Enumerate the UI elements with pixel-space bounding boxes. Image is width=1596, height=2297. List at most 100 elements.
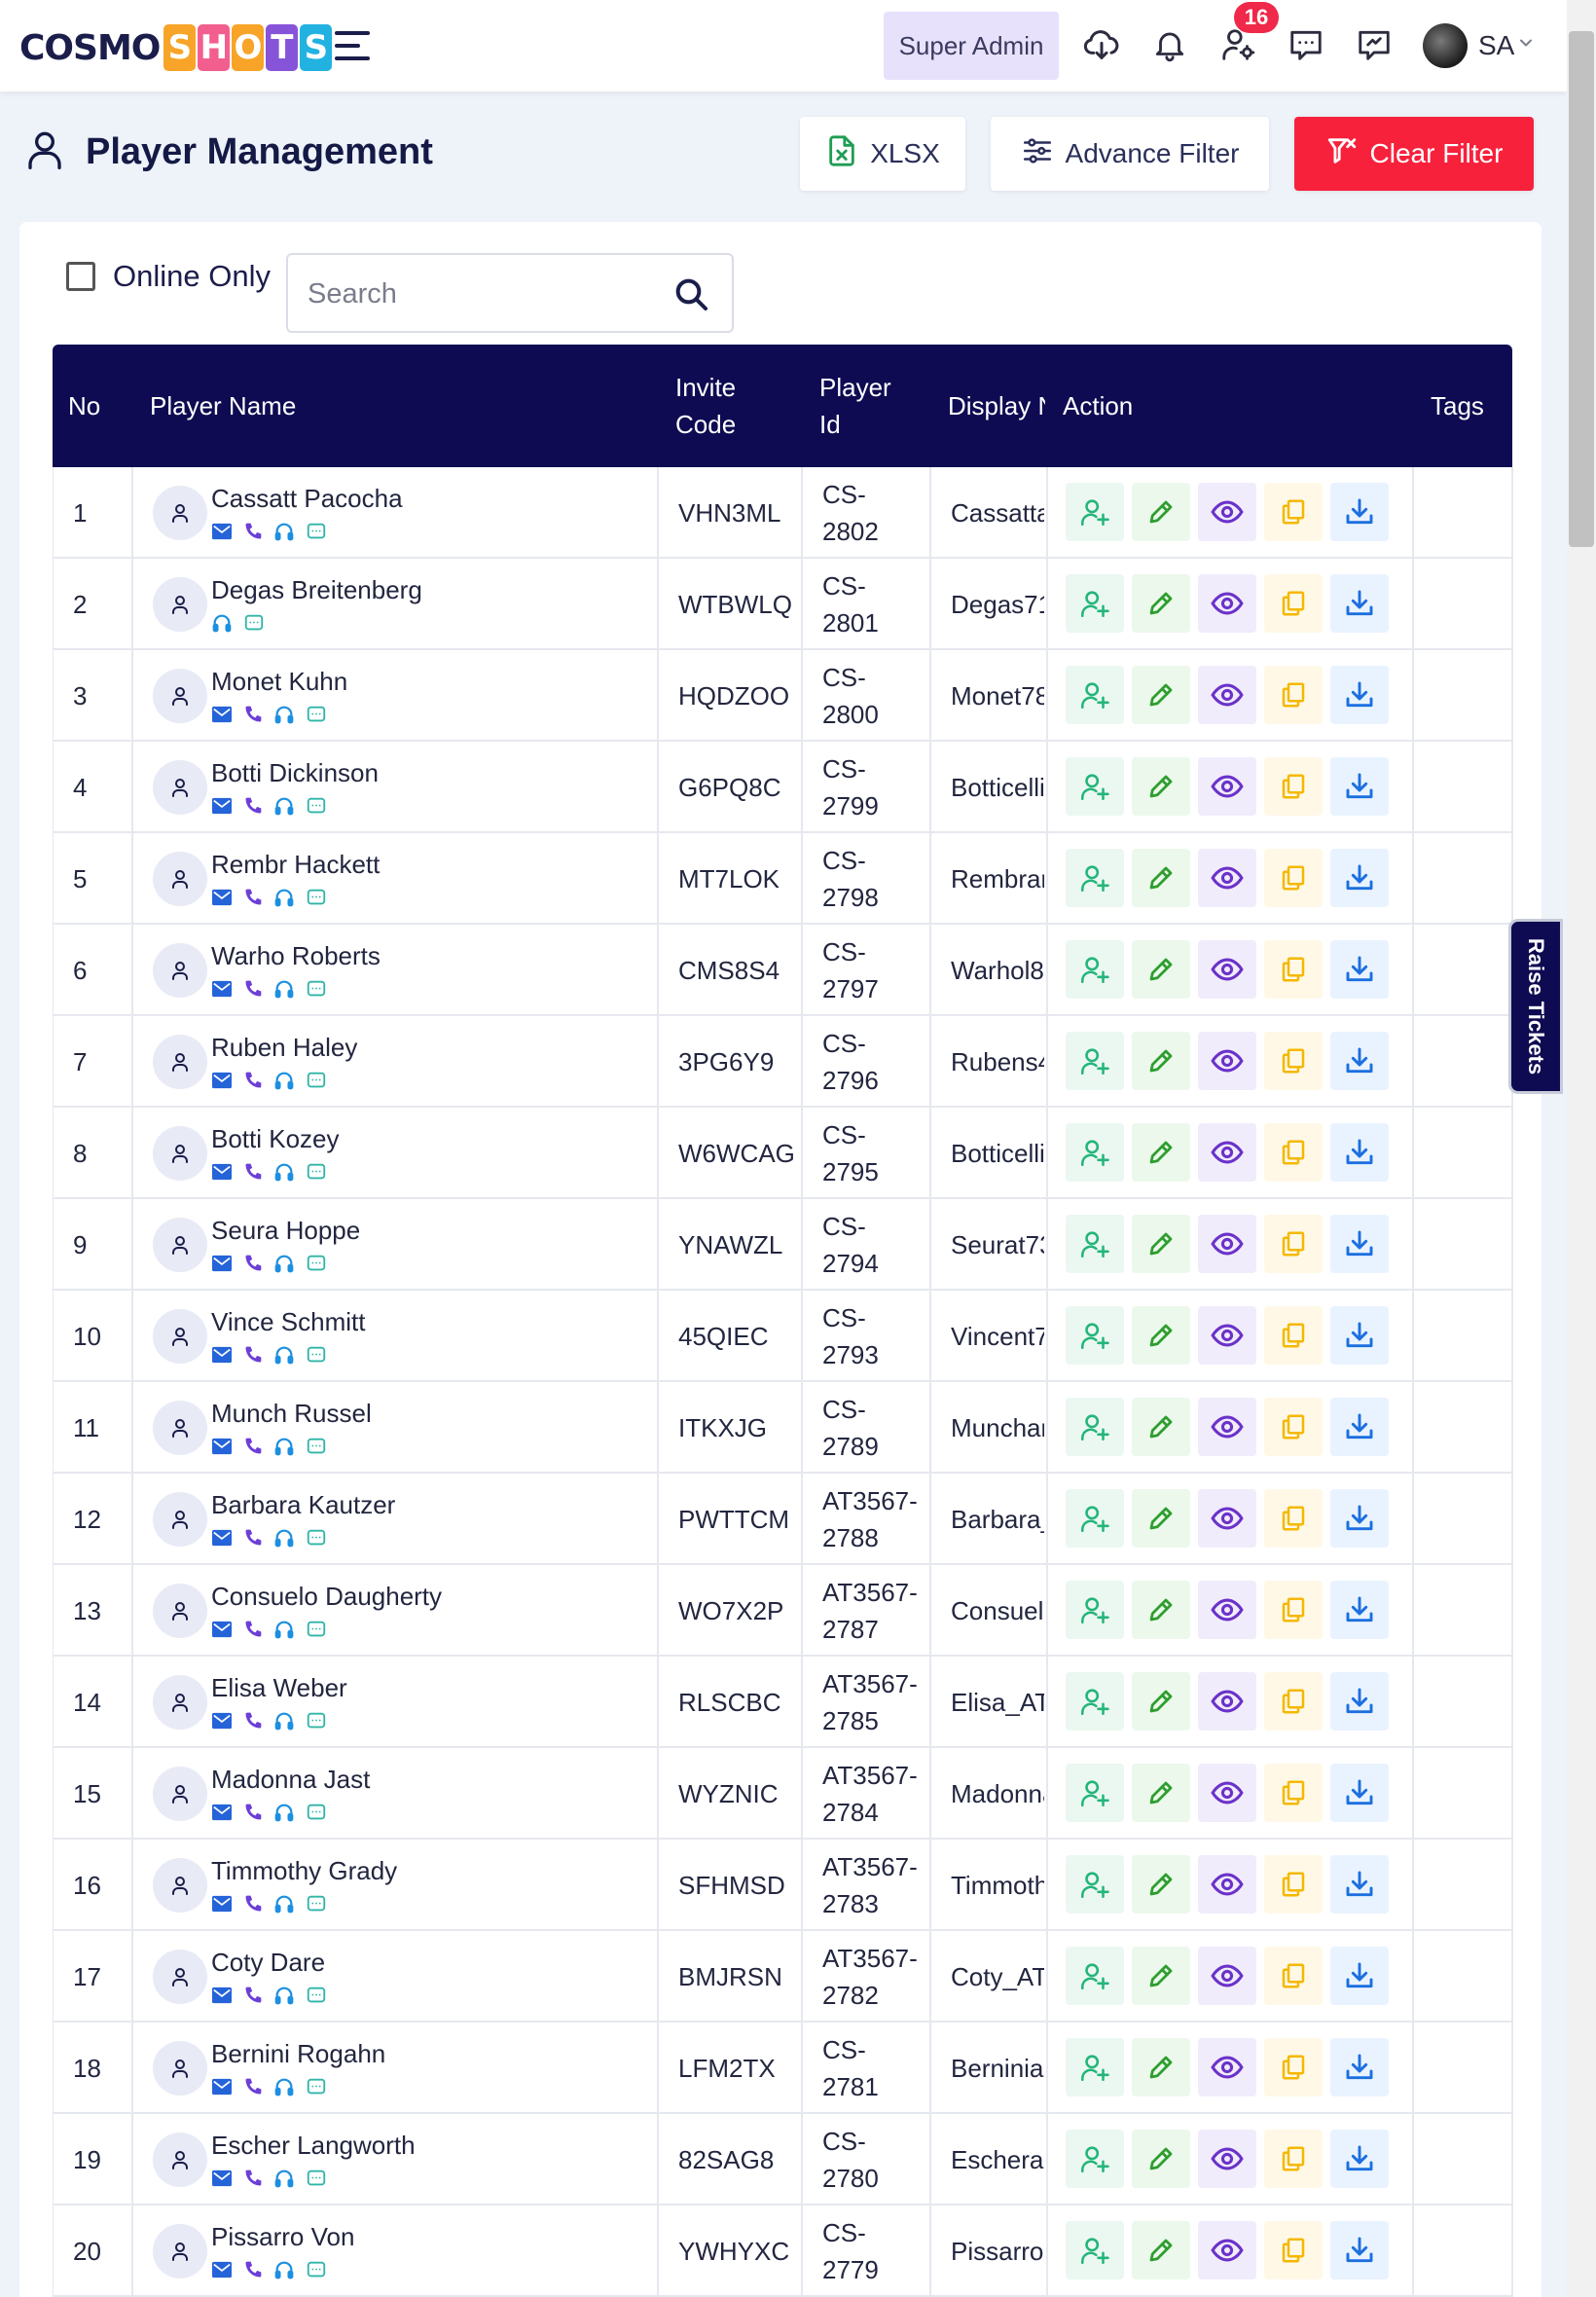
download-button[interactable] [1330,1123,1389,1182]
player-name[interactable]: Rembr Hackett [211,850,380,879]
add-user-button[interactable] [1066,1489,1124,1548]
edit-button[interactable] [1132,849,1190,907]
player-name[interactable]: Elisa Weber [211,1673,347,1702]
email-icon[interactable] [211,1986,233,2005]
chat-icon[interactable] [306,1253,327,1274]
download-button[interactable] [1330,2130,1389,2188]
chat-icon[interactable] [306,1161,327,1183]
headset-icon[interactable] [273,2168,295,2189]
email-icon[interactable] [211,1071,233,1090]
phone-icon[interactable] [243,1528,263,1548]
email-icon[interactable] [211,979,233,999]
chat-icon[interactable] [306,978,327,1000]
email-icon[interactable] [211,2260,233,2279]
copy-button[interactable] [1264,940,1323,999]
view-button[interactable] [1198,757,1256,816]
headset-icon[interactable] [273,2076,295,2097]
edit-button[interactable] [1132,1306,1190,1365]
view-button[interactable] [1198,1123,1256,1182]
email-icon[interactable] [211,1162,233,1182]
download-button[interactable] [1330,2038,1389,2096]
chat-icon[interactable] [306,1344,327,1366]
player-avatar[interactable] [153,1126,207,1181]
player-name[interactable]: Bernini Rogahn [211,2039,385,2068]
download-button[interactable] [1330,483,1389,541]
phone-icon[interactable] [243,1254,263,1273]
user-avatar[interactable] [1423,23,1468,68]
player-name[interactable]: Escher Langworth [211,2131,416,2160]
player-name[interactable]: Botti Dickinson [211,758,379,787]
edit-button[interactable] [1132,1032,1190,1090]
chat-icon[interactable] [306,887,327,908]
headset-icon[interactable] [273,1070,295,1091]
phone-icon[interactable] [243,1162,263,1182]
online-only-checkbox[interactable] [66,262,95,291]
add-user-button[interactable] [1066,1032,1124,1090]
download-button[interactable] [1330,1032,1389,1090]
phone-icon[interactable] [243,1620,263,1639]
edit-button[interactable] [1132,2221,1190,2279]
advance-filter-button[interactable]: Advance Filter [991,117,1269,191]
view-button[interactable] [1198,1032,1256,1090]
download-button[interactable] [1330,849,1389,907]
player-avatar[interactable] [153,852,207,906]
edit-button[interactable] [1132,1764,1190,1822]
view-button[interactable] [1198,1489,1256,1548]
copy-button[interactable] [1264,2130,1323,2188]
edit-button[interactable] [1132,1855,1190,1914]
view-button[interactable] [1198,1855,1256,1914]
edit-button[interactable] [1132,1947,1190,2005]
player-name[interactable]: Vince Schmitt [211,1307,365,1336]
add-user-button[interactable] [1066,1581,1124,1639]
headset-icon[interactable] [273,1161,295,1183]
phone-icon[interactable] [243,1894,263,1914]
edit-button[interactable] [1132,1215,1190,1273]
player-name[interactable]: Botti Kozey [211,1124,340,1153]
download-button[interactable] [1330,666,1389,724]
bell-icon[interactable] [1146,21,1193,68]
message-icon[interactable] [1283,21,1329,68]
headset-icon[interactable] [273,1436,295,1457]
headset-icon[interactable] [273,795,295,817]
cloud-download-icon[interactable] [1078,21,1125,68]
copy-button[interactable] [1264,1489,1323,1548]
phone-icon[interactable] [243,2169,263,2188]
chat-icon[interactable] [306,521,327,542]
view-button[interactable] [1198,483,1256,541]
view-button[interactable] [1198,1398,1256,1456]
brand-logo[interactable]: COSMO SHOTS [19,23,334,72]
view-button[interactable] [1198,2130,1256,2188]
email-icon[interactable] [211,1528,233,1548]
add-user-button[interactable] [1066,2038,1124,2096]
player-name[interactable]: Munch Russel [211,1399,372,1428]
email-icon[interactable] [211,705,233,724]
download-button[interactable] [1330,2221,1389,2279]
player-name[interactable]: Ruben Haley [211,1033,357,1062]
edit-button[interactable] [1132,1672,1190,1731]
view-button[interactable] [1198,1215,1256,1273]
copy-button[interactable] [1264,2221,1323,2279]
player-name[interactable]: Consuelo Daugherty [211,1582,442,1611]
email-icon[interactable] [211,1437,233,1456]
chat-icon[interactable] [306,1527,327,1549]
player-avatar[interactable] [153,1492,207,1547]
email-icon[interactable] [211,1620,233,1639]
player-avatar[interactable] [153,1401,207,1455]
add-user-button[interactable] [1066,1672,1124,1731]
view-button[interactable] [1198,849,1256,907]
chat-icon[interactable] [306,1985,327,2006]
add-user-button[interactable] [1066,1764,1124,1822]
copy-button[interactable] [1264,1855,1323,1914]
chat-icon[interactable] [306,2076,327,2097]
user-initials[interactable]: SA [1478,30,1514,61]
copy-button[interactable] [1264,1215,1323,1273]
headset-icon[interactable] [273,704,295,725]
download-button[interactable] [1330,1306,1389,1365]
search-icon[interactable] [671,274,710,318]
copy-button[interactable] [1264,849,1323,907]
phone-icon[interactable] [243,2077,263,2096]
clear-filter-button[interactable]: Clear Filter [1294,117,1534,191]
chat-icon[interactable] [306,1893,327,1914]
email-icon[interactable] [211,1894,233,1914]
add-user-button[interactable] [1066,574,1124,633]
